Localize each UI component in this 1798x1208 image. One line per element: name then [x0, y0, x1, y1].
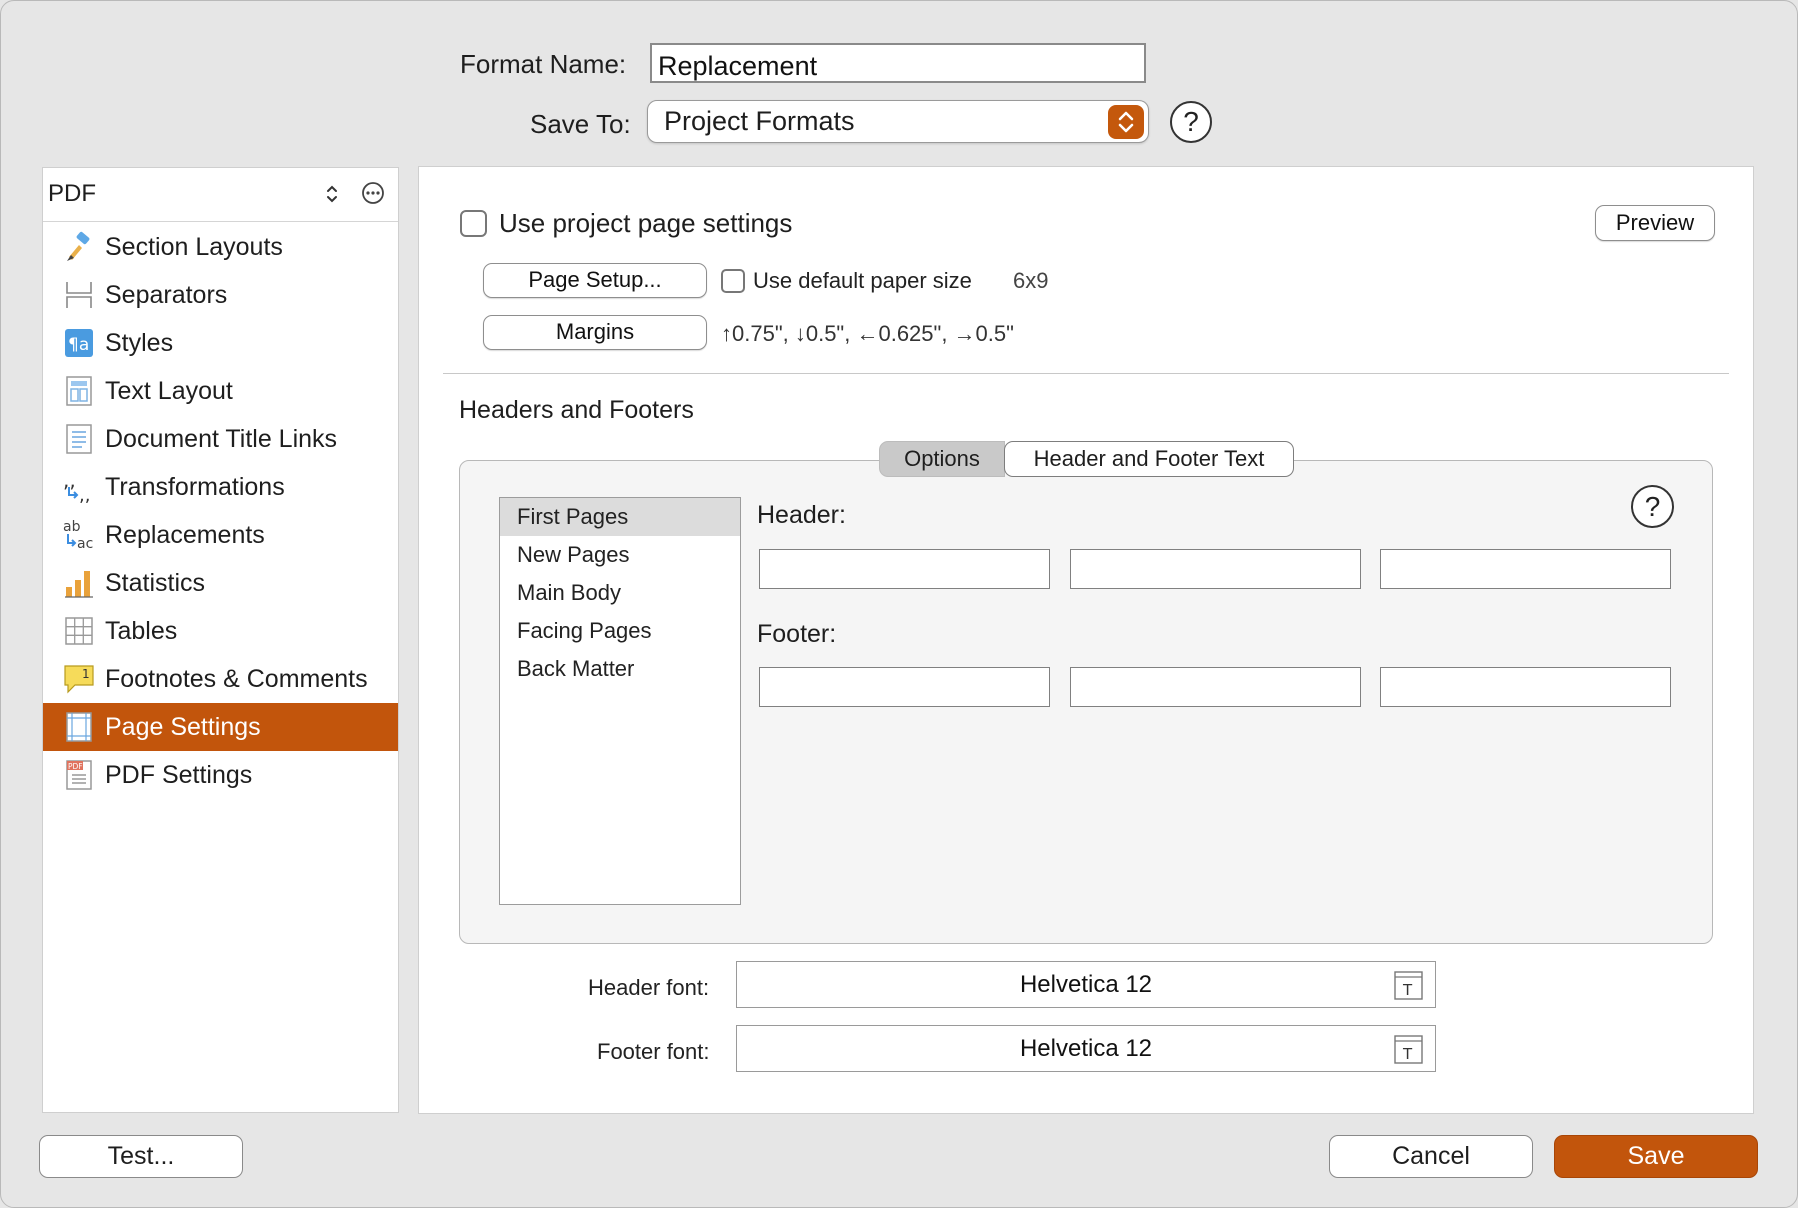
headers-footers-help-button[interactable]: ?	[1631, 485, 1674, 528]
header-right-field[interactable]	[1380, 549, 1671, 589]
sidebar-item-document-title-links[interactable]: Document Title Links	[43, 415, 398, 463]
svg-text:1: 1	[82, 667, 90, 681]
svg-text:¶a: ¶a	[68, 335, 89, 355]
svg-text:ac: ac	[77, 536, 93, 551]
sidebar: PDF Section Layouts Separators ¶a Styles…	[42, 167, 399, 1113]
popup-arrows-icon	[1108, 105, 1144, 139]
format-dialog: Format Name: Save To: Project Formats ? …	[0, 0, 1798, 1208]
sidebar-item-label: Document Title Links	[105, 425, 338, 453]
tab-header-footer-text[interactable]: Header and Footer Text	[1004, 441, 1294, 477]
header-font-value: Helvetica 12	[1019, 971, 1153, 998]
save-button[interactable]: Save	[1554, 1135, 1758, 1178]
svg-text:ab: ab	[63, 519, 81, 535]
footer-left-field[interactable]	[759, 667, 1050, 707]
list-item-facing-pages[interactable]: Facing Pages	[500, 612, 740, 650]
format-type-selector[interactable]: PDF	[43, 168, 398, 222]
sidebar-item-label: Section Layouts	[105, 233, 283, 261]
header-label: Header:	[757, 501, 846, 529]
format-name-input[interactable]	[650, 43, 1146, 83]
svg-text:T: T	[1402, 981, 1413, 999]
margins-button[interactable]: Margins	[483, 315, 707, 350]
sidebar-item-text-layout[interactable]: Text Layout	[43, 367, 398, 415]
sidebar-item-label: Text Layout	[105, 377, 233, 405]
sidebar-item-styles[interactable]: ¶a Styles	[43, 319, 398, 367]
sidebar-item-statistics[interactable]: Statistics	[43, 559, 398, 607]
use-project-page-settings-label: Use project page settings	[499, 208, 793, 238]
footer-label: Footer:	[757, 620, 837, 648]
updown-chevron-icon	[324, 182, 340, 211]
header-left-field[interactable]	[759, 549, 1050, 589]
font-picker-icon[interactable]: T	[1394, 1034, 1423, 1064]
sidebar-item-separators[interactable]: Separators	[43, 271, 398, 319]
headers-footers-title: Headers and Footers	[459, 396, 694, 424]
sidebar-item-label: Footnotes & Comments	[105, 665, 368, 693]
sidebar-item-tables[interactable]: Tables	[43, 607, 398, 655]
sidebar-item-transformations[interactable]: ,,,, Transformations	[43, 463, 398, 511]
pdf-file-icon: PDF	[63, 759, 95, 791]
paintbrush-icon	[63, 231, 95, 263]
save-to-label: Save To:	[530, 109, 631, 139]
use-default-paper-size-checkbox[interactable]	[721, 269, 745, 293]
sidebar-item-replacements[interactable]: ab ac Replacements	[43, 511, 398, 559]
footer-font-field[interactable]: Helvetica 12 T	[736, 1025, 1436, 1072]
save-to-popup[interactable]: Project Formats	[647, 100, 1149, 143]
header-font-label: Header font:	[588, 975, 710, 1000]
sidebar-item-section-layouts[interactable]: Section Layouts	[43, 223, 398, 271]
svg-text:T: T	[1402, 1045, 1413, 1063]
format-type-value: PDF	[48, 180, 96, 207]
list-item-new-pages[interactable]: New Pages	[500, 536, 740, 574]
footnote-comment-icon: 1	[63, 663, 95, 695]
sidebar-item-pdf-settings[interactable]: PDF PDF Settings	[43, 751, 398, 799]
font-picker-icon[interactable]: T	[1394, 970, 1423, 1000]
header-center-field[interactable]	[1070, 549, 1361, 589]
test-button[interactable]: Test...	[39, 1135, 243, 1178]
list-item-main-body[interactable]: Main Body	[500, 574, 740, 612]
use-project-page-settings-checkbox[interactable]	[460, 210, 487, 237]
format-name-label: Format Name:	[460, 49, 627, 79]
cancel-button[interactable]: Cancel	[1329, 1135, 1533, 1178]
text-layout-icon	[63, 375, 95, 407]
sidebar-item-label: Styles	[105, 329, 174, 357]
footer-right-field[interactable]	[1380, 667, 1671, 707]
margins-value: ↑0.75", ↓0.5", ←0.625", →0.5"	[721, 321, 1014, 346]
list-item-back-matter[interactable]: Back Matter	[500, 650, 740, 688]
footer-font-value: Helvetica 12	[1019, 1035, 1153, 1062]
svg-text:PDF: PDF	[68, 762, 83, 771]
sidebar-item-label: Separators	[105, 281, 228, 309]
svg-text:,,: ,,	[79, 485, 90, 503]
sidebar-item-label: Tables	[105, 617, 178, 645]
quotes-transform-icon: ,,,,	[63, 468, 95, 506]
footer-center-field[interactable]	[1070, 667, 1361, 707]
sidebar-item-label: Replacements	[105, 521, 265, 549]
separator-icon	[63, 279, 95, 311]
page-setup-button[interactable]: Page Setup...	[483, 263, 707, 298]
page-type-list: First Pages New Pages Main Body Facing P…	[499, 497, 741, 905]
tab-options[interactable]: Options	[879, 441, 1005, 477]
save-to-value: Project Formats	[664, 106, 855, 136]
section-divider	[443, 373, 1729, 374]
paper-size-value: 6x9	[1013, 268, 1049, 293]
list-item-first-pages[interactable]: First Pages	[500, 498, 740, 536]
footer-font-label: Footer font:	[597, 1039, 710, 1064]
use-default-paper-size-label: Use default paper size	[753, 268, 972, 293]
help-button[interactable]: ?	[1170, 101, 1212, 143]
sidebar-item-label: Transformations	[105, 473, 285, 501]
bar-chart-icon	[63, 567, 95, 599]
header-font-field[interactable]: Helvetica 12 T	[736, 961, 1436, 1008]
more-options-icon[interactable]	[361, 181, 385, 210]
table-grid-icon	[63, 615, 95, 647]
document-lines-icon	[63, 423, 95, 455]
sidebar-item-label: PDF Settings	[105, 761, 253, 789]
replacements-icon: ab ac	[63, 519, 95, 552]
sidebar-item-label: Page Settings	[105, 713, 261, 741]
sidebar-item-footnotes-comments[interactable]: 1 Footnotes & Comments	[43, 655, 398, 703]
sidebar-item-page-settings[interactable]: Page Settings	[43, 703, 398, 751]
sidebar-item-label: Statistics	[105, 569, 206, 597]
page-settings-icon	[63, 711, 95, 743]
styles-icon: ¶a	[63, 327, 95, 359]
preview-button[interactable]: Preview	[1595, 205, 1715, 241]
